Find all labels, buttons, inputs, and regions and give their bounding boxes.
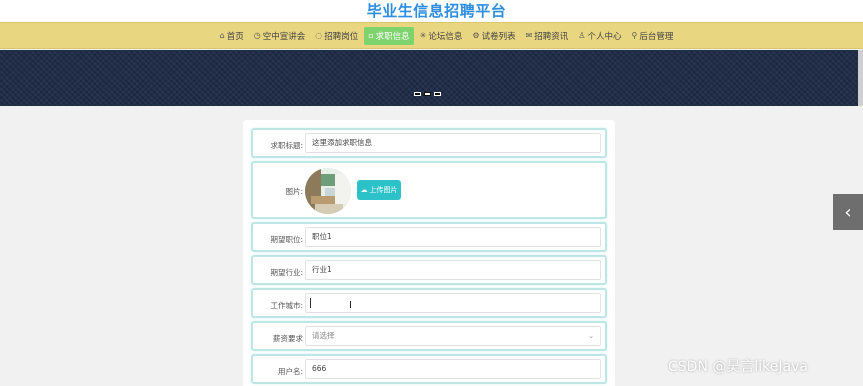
nav-item-label: 论坛信息 — [428, 31, 463, 42]
field-label: 期望行业: — [270, 268, 303, 277]
nav-item-label: 空中宣讲会 — [262, 31, 306, 42]
field-label: 用户名: — [277, 367, 303, 376]
form-row-industry: 期望行业: 行业1 — [251, 255, 607, 285]
nav-item-label: 求职信息 — [375, 31, 410, 42]
asterisk-icon: ✳ — [419, 31, 427, 40]
cloud-upload-icon: ☁ — [360, 186, 368, 194]
chevron-left-icon: ‹ — [844, 201, 852, 223]
field-label: 图片: — [285, 187, 303, 196]
link-icon: ⚲ — [631, 31, 638, 40]
news-icon: ✉ — [525, 31, 533, 40]
nav-item-exams[interactable]: ⚙ 试卷列表 — [468, 27, 519, 45]
clock-icon: ◷ — [253, 31, 261, 40]
form-row-salary: 薪资要求 请选择 ⌄ — [251, 321, 607, 351]
form-row-position: 期望职位: 职位1 — [251, 222, 607, 252]
form-row-title: 求职标题: 这里添加求职信息 — [251, 128, 607, 158]
banner-carousel — [0, 50, 863, 106]
industry-input[interactable]: 行业1 — [305, 260, 601, 280]
form-row-image: 图片: ☁ 上传图片 — [251, 161, 607, 219]
nav-item-label: 试卷列表 — [481, 31, 516, 42]
ibeam-cursor-icon: I — [349, 300, 352, 311]
user-icon: ♙ — [578, 31, 586, 40]
nav-item-sky-talk[interactable]: ◷ 空中宣讲会 — [250, 27, 310, 45]
nav-item-forum[interactable]: ✳ 论坛信息 — [416, 27, 467, 45]
form-row-city: 工作城市: I — [251, 288, 607, 318]
carousel-dot[interactable] — [414, 92, 421, 96]
field-label: 工作城市: — [270, 301, 303, 310]
grid-icon: ▫ — [368, 31, 374, 40]
carousel-dot[interactable] — [434, 92, 441, 96]
nav-item-label: 个人中心 — [587, 31, 622, 42]
carousel-dot-active[interactable] — [424, 92, 431, 96]
side-toggle-button[interactable]: ‹ — [833, 194, 863, 230]
salary-select-value: 请选择 — [312, 331, 335, 340]
carousel-indicators — [414, 92, 441, 96]
site-header: 毕业生信息招聘平台 — [0, 0, 863, 22]
watermark-text: CSDN @昊言likeJava — [668, 359, 808, 375]
city-input[interactable]: I — [305, 293, 601, 313]
nav-item-jobs[interactable]: ◌ 招聘岗位 — [311, 27, 362, 45]
text-caret — [310, 298, 311, 308]
nav-item-label: 首页 — [226, 31, 244, 42]
nav-item-news[interactable]: ✉ 招聘资讯 — [522, 27, 573, 45]
home-icon: ⌂ — [219, 31, 225, 40]
upload-image-button[interactable]: ☁ 上传图片 — [357, 180, 401, 200]
settings-icon: ⚙ — [472, 31, 480, 40]
field-label: 薪资要求 — [273, 334, 303, 343]
main-nav: ⌂ 首页 ◷ 空中宣讲会 ◌ 招聘岗位 ▫ 求职信息 ✳ 论坛信息 ⚙ 试卷列表… — [0, 22, 863, 49]
nav-item-profile[interactable]: ♙ 个人中心 — [574, 27, 625, 45]
username-input[interactable]: 666 — [305, 359, 601, 379]
chevron-down-icon: ⌄ — [588, 332, 594, 340]
salary-select[interactable]: 请选择 ⌄ — [305, 326, 601, 346]
nav-item-admin[interactable]: ⚲ 后台管理 — [627, 27, 677, 45]
position-input[interactable]: 职位1 — [305, 227, 601, 247]
page-scrollbar[interactable] — [858, 50, 863, 106]
nav-item-job-seeking[interactable]: ▫ 求职信息 — [364, 26, 414, 45]
compass-icon: ◌ — [315, 31, 323, 40]
field-label: 求职标题: — [270, 141, 303, 150]
upload-button-label: 上传图片 — [369, 186, 398, 194]
site-title: 毕业生信息招聘平台 — [366, 2, 507, 20]
title-input[interactable]: 这里添加求职信息 — [305, 133, 601, 153]
nav-item-label: 招聘岗位 — [324, 31, 359, 42]
job-seeking-form: 求职标题: 这里添加求职信息 图片: ☁ 上传图片 期望职位: 职位1 期望行业… — [243, 120, 615, 386]
nav-item-home[interactable]: ⌂ 首页 — [216, 27, 248, 45]
form-row-username: 用户名: 666 — [251, 354, 607, 384]
field-label: 期望职位: — [270, 235, 303, 244]
uploaded-photo — [305, 168, 351, 214]
nav-item-label: 招聘资讯 — [534, 31, 569, 42]
nav-item-label: 后台管理 — [639, 31, 674, 42]
